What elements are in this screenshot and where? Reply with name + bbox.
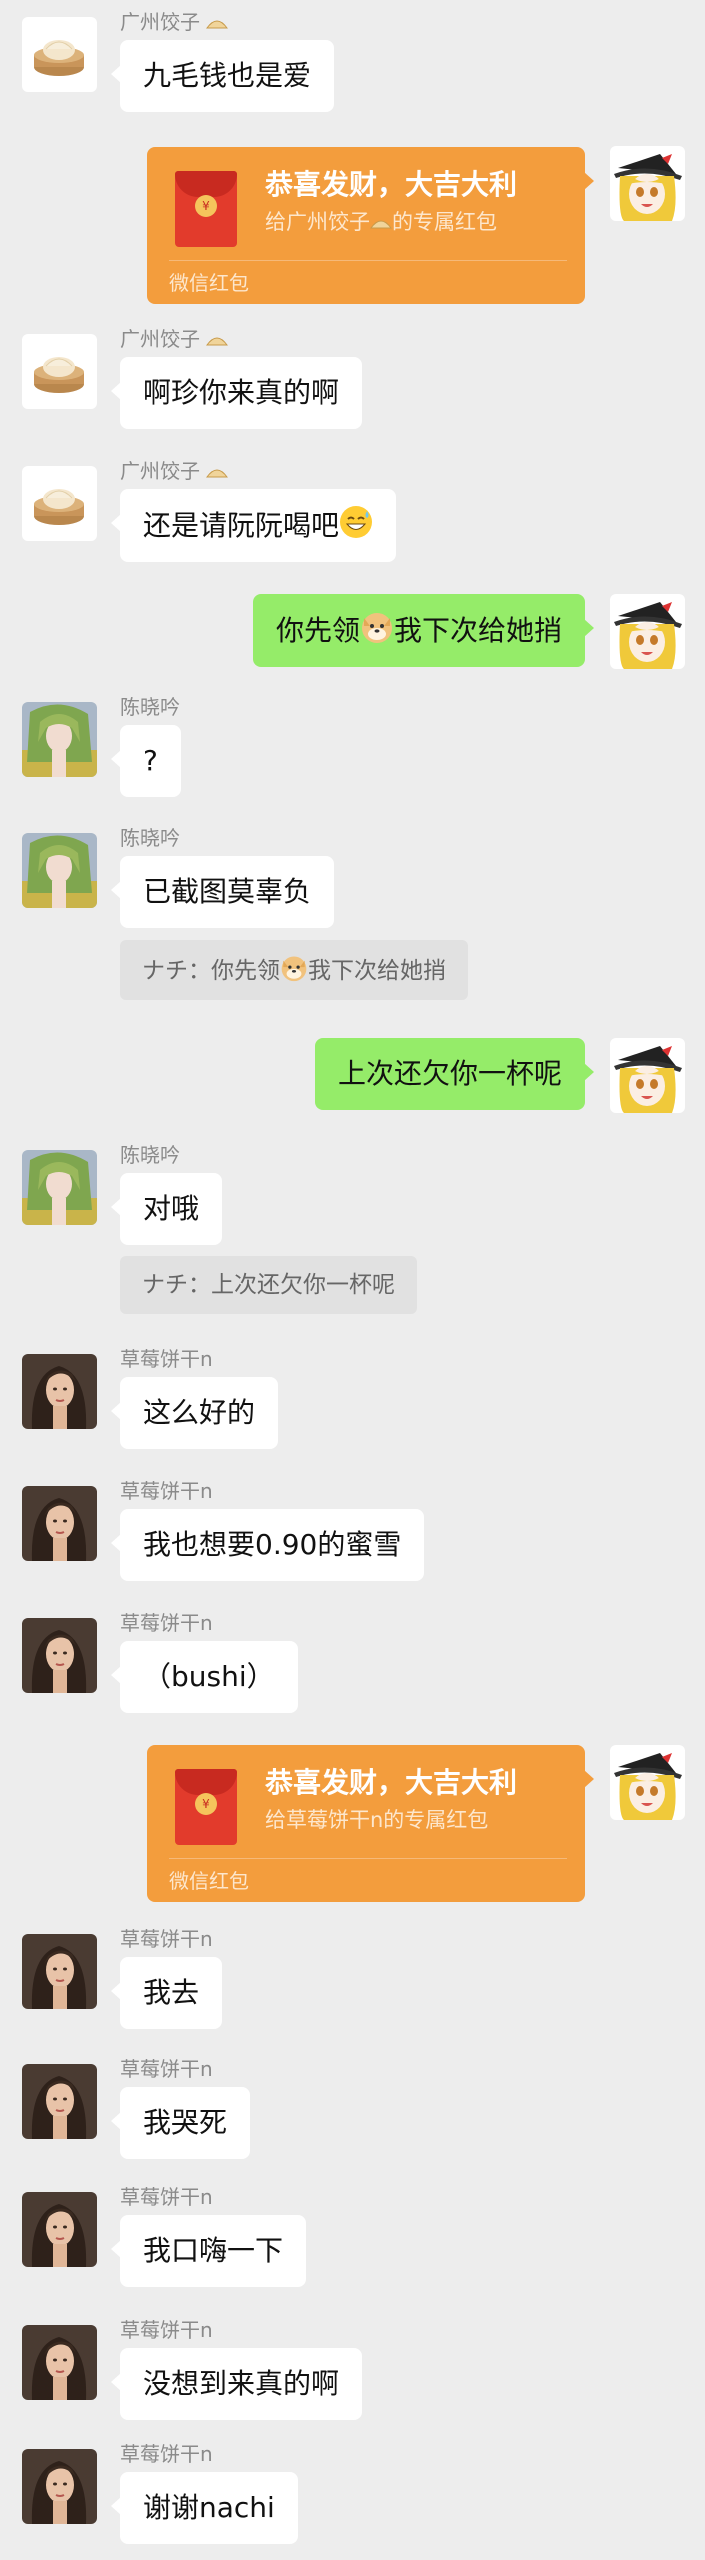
sender-avatar[interactable] — [22, 2064, 97, 2139]
sender-avatar[interactable] — [22, 334, 97, 409]
sender-nickname: 草莓饼干n — [120, 2185, 213, 2209]
green-hair-girl-avatar-icon — [22, 1150, 97, 1225]
sender-nickname: 草莓饼干n — [120, 2442, 213, 2466]
red-packet-footer: 微信红包 — [169, 271, 249, 295]
sender-nickname: 草莓饼干n — [120, 2318, 213, 2342]
sender-nickname: 陈晓吟 — [120, 826, 180, 850]
message-bubble[interactable]: 这么好的 — [110, 1377, 279, 1449]
curly-hair-girl-avatar-icon — [22, 2449, 97, 2524]
dumpling-emoji-icon — [206, 469, 229, 478]
anime-girl-avatar-icon — [610, 1038, 685, 1113]
red-packet-subtitle: 给草莓饼干n的专属红包 — [265, 1808, 489, 1832]
message-bubble[interactable]: 上次还欠你一杯呢 — [314, 1038, 595, 1110]
curly-hair-girl-avatar-icon — [22, 1618, 97, 1693]
red-packet-card[interactable]: ¥ 恭喜发财，大吉大利 给广州饺子 的专属红包 微信红包 — [147, 147, 594, 304]
sender-nickname: 广州饺子 — [120, 459, 229, 483]
sender-avatar[interactable] — [22, 2325, 97, 2400]
quoted-message[interactable]: ナチ：上次还欠你一杯呢 — [120, 1256, 417, 1314]
sender-avatar[interactable] — [22, 17, 97, 92]
sender-avatar[interactable] — [22, 2449, 97, 2524]
message-bubble[interactable]: 我哭死 — [110, 2087, 251, 2159]
red-packet-footer: 微信红包 — [169, 1869, 249, 1893]
dumpling-emoji-icon — [206, 20, 229, 29]
sender-avatar[interactable] — [22, 1486, 97, 1561]
sender-nickname: 草莓饼干n — [120, 1927, 213, 1951]
sender-avatar[interactable] — [22, 1934, 97, 2009]
sender-nickname: 草莓饼干n — [120, 1347, 213, 1371]
message-bubble[interactable]: 我去 — [110, 1957, 223, 2029]
sender-avatar[interactable] — [22, 2192, 97, 2267]
my-avatar[interactable] — [610, 594, 685, 669]
doge-emoji-icon — [281, 956, 307, 982]
sender-avatar[interactable] — [22, 1150, 97, 1225]
sender-nickname: 草莓饼干n — [120, 1479, 213, 1503]
red-packet-card[interactable]: ¥ 恭喜发财，大吉大利 给草莓饼干n的专属红包 微信红包 — [147, 1745, 594, 1902]
sender-avatar[interactable] — [22, 1618, 97, 1693]
message-bubble[interactable]: 对哦 — [110, 1173, 223, 1245]
my-avatar[interactable] — [610, 1745, 685, 1820]
sender-avatar[interactable] — [22, 702, 97, 777]
green-hair-girl-avatar-icon — [22, 833, 97, 908]
sender-nickname: 草莓饼干n — [120, 2057, 213, 2081]
quoted-message[interactable]: ナチ：你先领 我下次给她捎 — [120, 940, 468, 1000]
sender-nickname: 广州饺子 — [120, 327, 229, 351]
red-envelope-icon: ¥ — [175, 1769, 237, 1845]
sender-nickname: 陈晓吟 — [120, 1143, 180, 1167]
sender-nickname: 广州饺子 — [120, 10, 229, 34]
sender-nickname: 陈晓吟 — [120, 695, 180, 719]
my-avatar[interactable] — [610, 146, 685, 221]
message-bubble[interactable]: 啊珍你来真的啊 — [110, 357, 363, 429]
dumpling-emoji-icon — [206, 337, 229, 346]
anime-girl-avatar-icon — [610, 146, 685, 221]
doge-emoji-icon — [361, 613, 392, 643]
anime-girl-avatar-icon — [610, 1745, 685, 1820]
message-bubble[interactable]: 已截图莫辜负 — [110, 856, 335, 928]
sender-nickname: 草莓饼干n — [120, 1611, 213, 1635]
message-bubble[interactable]: 我也想要0.90的蜜雪 — [110, 1509, 425, 1581]
message-bubble[interactable]: 我口嗨一下 — [110, 2215, 307, 2287]
curly-hair-girl-avatar-icon — [22, 1354, 97, 1429]
message-bubble[interactable]: 没想到来真的啊 — [110, 2348, 363, 2420]
sender-avatar[interactable] — [22, 1354, 97, 1429]
dumpling-avatar-icon — [22, 466, 97, 541]
curly-hair-girl-avatar-icon — [22, 2192, 97, 2267]
green-hair-girl-avatar-icon — [22, 702, 97, 777]
curly-hair-girl-avatar-icon — [22, 1486, 97, 1561]
message-bubble[interactable]: （bushi） — [111, 1641, 298, 1713]
red-packet-subtitle: 给广州饺子 的专属红包 — [265, 210, 497, 234]
dumpling-emoji-icon — [370, 220, 392, 229]
red-packet-title: 恭喜发财，大吉大利 — [265, 1766, 518, 1799]
sweat-smile-emoji-icon — [340, 506, 373, 538]
anime-girl-avatar-icon — [610, 594, 685, 669]
curly-hair-girl-avatar-icon — [22, 1934, 97, 2009]
message-bubble[interactable]: 九毛钱也是爱 — [110, 40, 335, 112]
sender-avatar[interactable] — [22, 833, 97, 908]
red-envelope-icon: ¥ — [175, 171, 237, 247]
curly-hair-girl-avatar-icon — [22, 2325, 97, 2400]
message-bubble[interactable]: 你先领 我下次给她捎 — [252, 594, 595, 667]
dumpling-avatar-icon — [22, 17, 97, 92]
red-packet-title: 恭喜发财，大吉大利 — [265, 168, 518, 201]
message-bubble[interactable]: 谢谢nachi — [111, 2472, 298, 2544]
sender-avatar[interactable] — [22, 466, 97, 541]
message-bubble[interactable]: ? — [111, 725, 181, 797]
curly-hair-girl-avatar-icon — [22, 2064, 97, 2139]
message-bubble[interactable]: 还是请阮阮喝吧 — [110, 489, 397, 562]
my-avatar[interactable] — [610, 1038, 685, 1113]
dumpling-avatar-icon — [22, 334, 97, 409]
